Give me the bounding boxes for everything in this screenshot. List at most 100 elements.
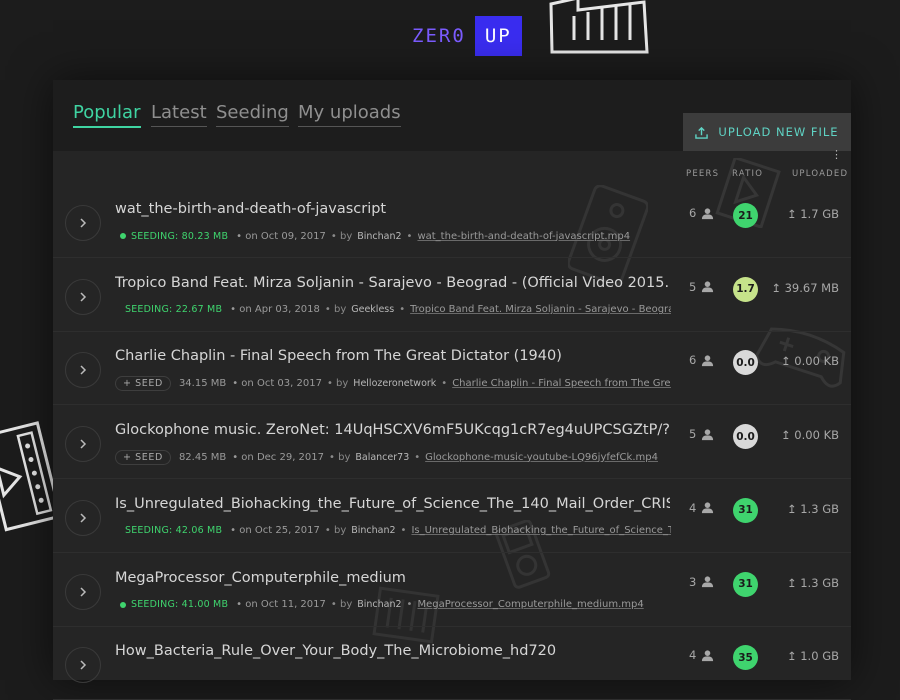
expand-button[interactable] xyxy=(65,499,101,536)
list-item: Is_Unregulated_Biohacking_the_Future_of_… xyxy=(53,479,851,553)
uploaded-amount: ↥ 1.3 GB xyxy=(786,501,839,516)
ratio-badge: 31 xyxy=(733,571,758,597)
peers-count: 4 xyxy=(689,648,714,662)
peers-value: 4 xyxy=(689,500,697,515)
ratio-badge: 0.0 xyxy=(733,424,758,450)
seeding-dot-icon xyxy=(120,601,126,608)
file-title[interactable]: How_Bacteria_Rule_Over_Your_Body_The_Mic… xyxy=(115,643,670,659)
file-name-link[interactable]: Glockophone-music-youtube-LQ96jyfefCk.mp… xyxy=(425,452,658,463)
separator-dot: • xyxy=(400,525,407,537)
by-label: • by xyxy=(330,230,353,242)
expand-button[interactable] xyxy=(65,573,101,610)
tab-my-uploads[interactable]: My uploads xyxy=(298,102,401,127)
logo[interactable]: ZER0 UP xyxy=(412,16,522,56)
file-name-link[interactable]: Charlie Chaplin - Final Speech from The … xyxy=(452,378,671,389)
tab-latest[interactable]: Latest xyxy=(151,102,207,127)
file-title[interactable]: MegaProcessor_Computerphile_medium xyxy=(115,570,670,586)
user-icon xyxy=(702,502,714,514)
by-label: • by xyxy=(324,304,347,316)
peers-value: 6 xyxy=(689,206,697,220)
tab-bar: Popular Latest Seeding My uploads UPLOAD… xyxy=(53,80,851,151)
by-label: • by xyxy=(330,599,353,610)
uploaded-amount: ↥ 1.7 GB xyxy=(786,207,839,221)
list-item: How_Bacteria_Rule_Over_Your_Body_The_Mic… xyxy=(53,626,851,700)
file-name-link[interactable]: wat_the-birth-and-death-of-javascript.mp… xyxy=(417,231,630,242)
peers-value: 3 xyxy=(689,574,697,589)
user-icon xyxy=(702,428,714,440)
seeding-status: SEEDING: 22.67 MB xyxy=(125,304,223,316)
tab-seeding[interactable]: Seeding xyxy=(216,102,289,127)
user-icon xyxy=(702,207,714,219)
upload-date: • on Oct 09, 2017 xyxy=(236,230,326,242)
column-header-uploaded: UPLOADED xyxy=(792,169,849,179)
file-meta: + SEED 34.15 MB • on Oct 03, 2017 • by Hello… xyxy=(115,375,671,391)
file-meta: SEEDING: 22.67 MB • on Apr 03, 2018 • by Ge… xyxy=(115,302,671,318)
by-label: • by xyxy=(326,377,349,389)
seed-button[interactable]: + SEED xyxy=(115,449,171,465)
upload-new-file-button[interactable]: UPLOAD NEW FILE xyxy=(683,113,851,151)
file-size: 82.45 MB xyxy=(178,451,227,463)
file-meta xyxy=(115,670,671,686)
list-item: Tropico Band Feat. Mirza Soljanin - Sara… xyxy=(53,258,851,332)
file-meta: SEEDING: 80.23 MB • on Oct 09, 2017 • by Bi… xyxy=(115,228,671,244)
logo-zero-text: ZER0 xyxy=(412,25,466,47)
uploader-name[interactable]: Balancer73 xyxy=(355,452,409,463)
uploader-name[interactable]: Binchan2 xyxy=(351,525,395,536)
file-meta: SEEDING: 42.06 MB • on Oct 25, 2017 • by Bi… xyxy=(115,523,671,539)
uploader-name[interactable]: Binchan2 xyxy=(357,231,401,242)
separator-dot: • xyxy=(406,599,413,610)
file-name-link[interactable]: MegaProcessor_Computerphile_medium.mp4 xyxy=(417,599,643,610)
chevron-right-icon xyxy=(80,218,87,228)
peers-count: 4 xyxy=(689,501,714,515)
peers-count: 6 xyxy=(689,353,714,367)
peers-count: 6 xyxy=(689,206,714,220)
by-label: • by xyxy=(329,451,351,463)
logo-up-badge: UP xyxy=(474,16,522,56)
uploader-name[interactable]: Hellozeronetwork xyxy=(353,378,436,389)
user-icon xyxy=(702,576,714,588)
peers-count: 5 xyxy=(689,280,714,294)
column-header-ratio: RATIO xyxy=(732,169,764,179)
ratio-badge: 21 xyxy=(733,203,758,228)
chevron-right-icon xyxy=(80,513,87,523)
by-label: • by xyxy=(324,525,347,537)
uploader-name[interactable]: Geekless xyxy=(351,304,394,315)
chevron-right-icon xyxy=(80,365,87,375)
chevron-right-icon xyxy=(80,586,87,597)
uploaded-amount: ↥ 0.00 KB xyxy=(781,354,839,369)
uploader-name[interactable]: Binchan2 xyxy=(357,599,401,610)
upload-date: • on Oct 25, 2017 xyxy=(230,525,320,537)
uploaded-amount: ↥ 1.0 GB xyxy=(786,649,839,664)
chevron-right-icon xyxy=(80,292,87,302)
expand-button[interactable] xyxy=(65,426,101,463)
seeding-dot-icon xyxy=(120,233,126,239)
file-meta: + SEED 82.45 MB • on Dec 29, 2017 • by Balan… xyxy=(115,449,671,465)
peers-value: 6 xyxy=(689,353,697,368)
file-title[interactable]: Tropico Band Feat. Mirza Soljanin - Sara… xyxy=(115,275,670,291)
film-strip-decoration-icon xyxy=(549,0,649,54)
file-name-link[interactable]: Tropico Band Feat. Mirza Soljanin - Sara… xyxy=(410,304,671,315)
file-title[interactable]: Glockophone music. ZeroNet: 14UqHSCXV6mF… xyxy=(115,422,670,438)
separator-dot: • xyxy=(441,377,448,389)
seed-button[interactable]: + SEED xyxy=(115,375,171,391)
upload-icon xyxy=(695,126,709,139)
uploaded-amount: ↥ 1.3 GB xyxy=(786,575,839,590)
expand-button[interactable] xyxy=(65,278,101,315)
file-name-link[interactable]: Is_Unregulated_Biohacking_the_Future_of_… xyxy=(411,525,671,536)
seeding-status: SEEDING: 80.23 MB xyxy=(131,230,229,242)
file-title[interactable]: wat_the-birth-and-death-of-javascript xyxy=(115,201,670,217)
separator-dot: • xyxy=(399,304,406,316)
expand-button[interactable] xyxy=(65,647,101,684)
seeding-status: SEEDING: 41.00 MB xyxy=(131,599,229,610)
column-header-peers: PEERS xyxy=(686,169,720,179)
file-title[interactable]: Is_Unregulated_Biohacking_the_Future_of_… xyxy=(115,496,670,512)
files-panel: Popular Latest Seeding My uploads UPLOAD… xyxy=(53,80,851,700)
more-options-button[interactable]: ⋮ xyxy=(831,148,842,161)
expand-button[interactable] xyxy=(65,205,101,241)
file-title[interactable]: Charlie Chaplin - Final Speech from The … xyxy=(115,348,670,364)
expand-button[interactable] xyxy=(65,352,101,389)
tab-popular[interactable]: Popular xyxy=(73,102,141,128)
upload-date: • on Apr 03, 2018 xyxy=(230,304,320,316)
uploaded-amount: ↥ 39.67 MB xyxy=(771,280,839,295)
peers-value: 4 xyxy=(689,648,697,663)
